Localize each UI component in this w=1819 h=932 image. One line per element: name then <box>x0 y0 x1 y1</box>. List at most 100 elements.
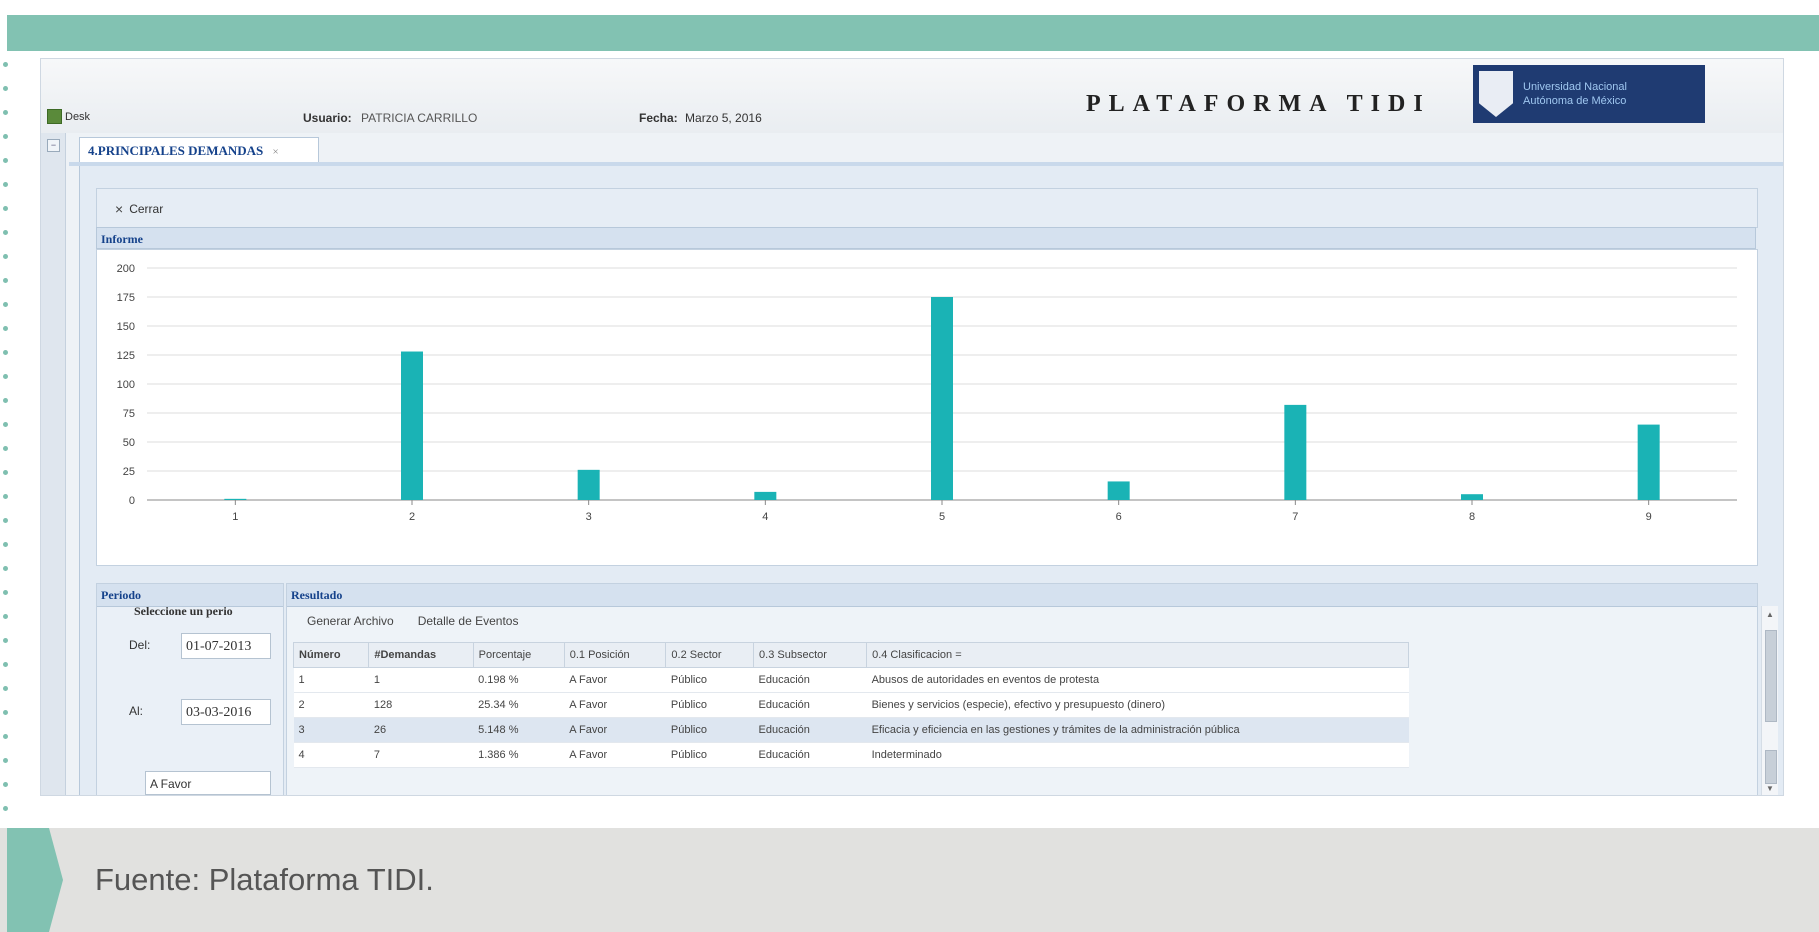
cell-porcentaje: 5.148 % <box>473 717 565 743</box>
margin-dot <box>3 206 8 211</box>
margin-dot <box>3 62 8 67</box>
margin-dot <box>3 470 8 475</box>
bar <box>224 498 247 500</box>
cell-subsector: Educación <box>753 667 867 693</box>
source-caption: Fuente: Plataforma TIDI. <box>95 862 434 897</box>
margin-dot <box>3 254 8 259</box>
university-crest-icon <box>1479 71 1513 117</box>
cerrar-button[interactable]: × Cerrar <box>115 201 163 217</box>
margin-dot <box>3 638 8 643</box>
al-label: Al: <box>129 704 144 718</box>
cell-sector: Público <box>665 667 754 693</box>
y-tick-label: 100 <box>117 379 135 391</box>
table-header-row: Número #Demandas Porcentaje 0.1 Posición… <box>292 642 1409 668</box>
x-tick-label: 8 <box>1469 511 1475 523</box>
close-icon: × <box>115 201 124 217</box>
position-select[interactable]: A Favor <box>145 771 271 795</box>
table-row-selected[interactable]: 3 26 5.148 % A Favor Público Educación E… <box>293 717 1409 743</box>
bar-chart: 0 25 50 75 100 125 150 175 200 1 2 3 4 5 6 7 8 9 <box>96 249 1758 566</box>
cell-demandas: 7 <box>368 742 474 768</box>
x-tick-label: 2 <box>409 511 415 523</box>
vertical-scrollbar[interactable]: ▲ ▼ <box>1761 606 1778 795</box>
margin-dot <box>3 398 8 403</box>
cell-sector: Público <box>665 742 754 768</box>
col-clasificacion[interactable]: 0.4 Clasificacion = <box>866 642 1409 668</box>
x-tick-label: 5 <box>939 511 945 523</box>
date-value: Marzo 5, 2016 <box>685 111 762 125</box>
margin-dot <box>3 278 8 283</box>
col-subsector[interactable]: 0.3 Subsector <box>753 642 868 668</box>
cell-numero: 3 <box>293 717 369 743</box>
bar <box>754 491 777 500</box>
margin-dot <box>3 110 8 115</box>
margin-dot <box>3 590 8 595</box>
cell-clasificacion: Indeterminado <box>866 742 1409 768</box>
tab-close-icon[interactable]: × <box>273 146 279 158</box>
bar-chart-svg: 0 25 50 75 100 125 150 175 200 1 2 3 4 5 6 7 8 9 <box>117 263 1737 523</box>
margin-dot <box>3 614 8 619</box>
scroll-up-icon[interactable]: ▲ <box>1766 610 1774 619</box>
date-label: Fecha: <box>639 111 678 125</box>
cell-sector: Público <box>665 692 754 718</box>
margin-dot <box>3 326 8 331</box>
cell-porcentaje: 25.34 % <box>473 692 565 718</box>
cell-demandas: 26 <box>368 717 474 743</box>
col-sector[interactable]: 0.2 Sector <box>665 642 755 668</box>
margin-dot <box>3 182 8 187</box>
resultado-toolbar: Generar Archivo Detalle de Eventos <box>307 614 518 628</box>
tab-principales-demandas[interactable]: 4.PRINCIPALES DEMANDAS × <box>79 137 319 163</box>
left-collapse-column: − <box>41 133 66 795</box>
table-row[interactable]: 1 1 0.198 % A Favor Público Educación Ab… <box>293 667 1409 693</box>
university-logo: Universidad Nacional Autónoma de México <box>1473 65 1705 123</box>
col-porcentaje[interactable]: Porcentaje <box>472 642 565 668</box>
university-line-1: Universidad Nacional <box>1523 81 1627 93</box>
generar-archivo-button[interactable]: Generar Archivo <box>307 614 394 628</box>
desk-button[interactable]: Desk <box>47 109 90 124</box>
collapse-toggle-icon[interactable]: − <box>47 139 60 152</box>
results-table: Número #Demandas Porcentaje 0.1 Posición… <box>292 642 1409 768</box>
y-tick-label: 75 <box>123 408 135 420</box>
cell-subsector: Educación <box>753 692 867 718</box>
col-posicion[interactable]: 0.1 Posición <box>563 642 667 668</box>
cell-posicion: A Favor <box>564 667 666 693</box>
university-line-2: Autónoma de México <box>1523 95 1627 107</box>
cell-subsector: Educación <box>753 717 867 743</box>
bar <box>577 469 600 500</box>
y-tick-label: 200 <box>117 263 135 275</box>
detalle-eventos-button[interactable]: Detalle de Eventos <box>418 614 519 628</box>
al-date-field[interactable]: 03-03-2016 <box>181 699 271 725</box>
cell-posicion: A Favor <box>564 692 666 718</box>
margin-dot <box>3 734 8 739</box>
bar <box>1284 404 1307 500</box>
table-row[interactable]: 4 7 1.386 % A Favor Público Educación In… <box>293 742 1409 768</box>
scrollbar-thumb-inner[interactable] <box>1765 750 1777 784</box>
cell-posicion: A Favor <box>564 742 666 768</box>
cell-demandas: 128 <box>368 692 474 718</box>
col-numero[interactable]: Número <box>292 642 370 668</box>
margin-dot <box>3 518 8 523</box>
resultado-header: Resultado <box>287 584 1757 607</box>
informe-header: Informe <box>96 227 1756 249</box>
bar <box>1637 424 1660 500</box>
y-tick-label: 0 <box>129 495 135 507</box>
margin-dot <box>3 302 8 307</box>
col-demandas[interactable]: #Demandas <box>368 642 474 668</box>
table-row[interactable]: 2 128 25.34 % A Favor Público Educación … <box>293 692 1409 718</box>
cell-posicion: A Favor <box>564 717 666 743</box>
user-info: Usuario: PATRICIA CARRILLO <box>303 111 477 125</box>
caption-arrow-icon <box>7 828 63 932</box>
margin-dot <box>3 446 8 451</box>
del-date-field[interactable]: 01-07-2013 <box>181 633 271 659</box>
x-tick-label: 7 <box>1292 511 1298 523</box>
x-tick-label: 9 <box>1646 511 1652 523</box>
margin-dot <box>3 806 8 811</box>
margin-dot <box>3 542 8 547</box>
y-tick-label: 50 <box>123 437 135 449</box>
panel-toolbar: × Cerrar <box>96 188 1758 228</box>
margin-dot <box>3 86 8 91</box>
bar <box>401 351 423 500</box>
margin-dot <box>3 422 8 427</box>
scrollbar-thumb[interactable] <box>1765 630 1777 722</box>
scroll-down-icon[interactable]: ▼ <box>1766 784 1774 793</box>
x-tick-label: 4 <box>762 511 768 523</box>
